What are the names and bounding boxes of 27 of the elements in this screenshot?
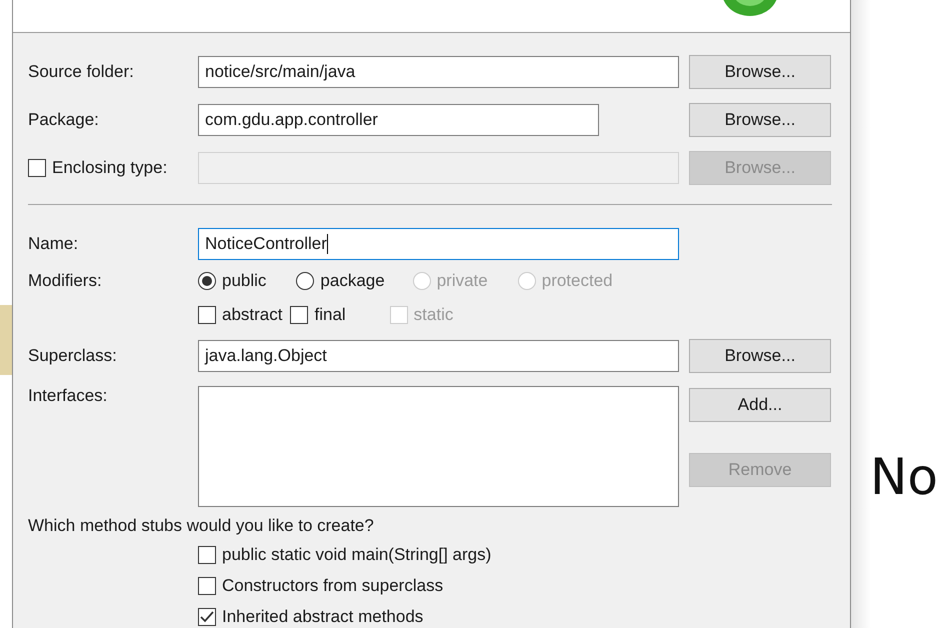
field-label: Source folder: — [28, 62, 135, 82]
checkbox-label: final — [314, 305, 346, 325]
checkbox-label: Enclosing type: — [52, 158, 168, 178]
checkbox-label: Constructors from superclass — [222, 576, 444, 596]
field-label: Superclass: — [28, 346, 118, 366]
radio-label: public — [222, 271, 266, 291]
checkbox-label: Inherited abstract methods — [222, 606, 424, 626]
checkbox-label: abstract — [222, 305, 282, 325]
checkbox-label: static — [414, 305, 454, 325]
text-field[interactable]: com.gdu.app.controller — [198, 104, 599, 136]
radio-label: private — [436, 271, 488, 291]
background-text: No — [870, 448, 939, 506]
text-field[interactable]: java.lang.Object — [198, 340, 679, 372]
browse-button[interactable]: Browse... — [689, 339, 831, 373]
field-label: Package: — [28, 110, 100, 130]
field-label: Interfaces: — [28, 386, 108, 406]
stubs-prompt: Which method stubs would you like to create? — [28, 516, 374, 536]
radio-label: protected — [542, 271, 613, 291]
field-label: Name: — [28, 234, 80, 254]
checkbox-label: public static void main(String[] args) — [222, 544, 492, 564]
browse-button[interactable]: Browse... — [689, 103, 831, 137]
add-button[interactable]: Add... — [689, 388, 831, 422]
field-label: Modifiers: — [28, 271, 103, 291]
text-field[interactable]: notice/src/main/java — [198, 56, 679, 88]
browse-button[interactable]: Browse... — [689, 55, 831, 89]
name-field[interactable]: NoticeController — [198, 228, 679, 260]
radio-label: package — [320, 271, 385, 291]
